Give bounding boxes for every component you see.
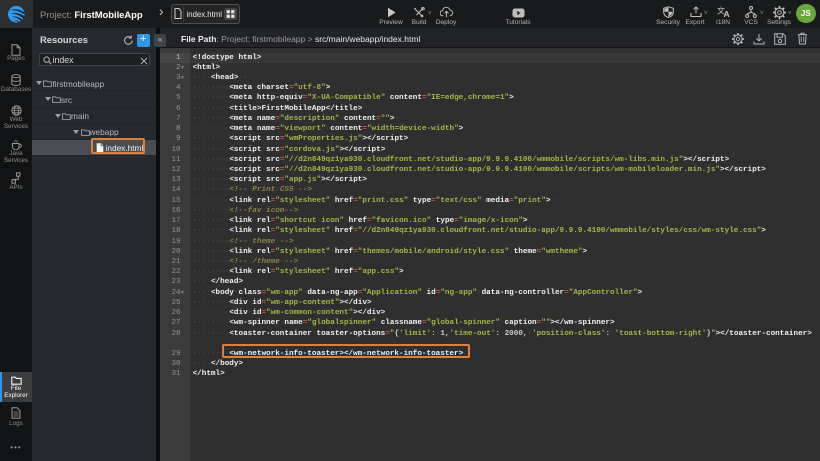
svg-text:A: A [723, 9, 729, 18]
